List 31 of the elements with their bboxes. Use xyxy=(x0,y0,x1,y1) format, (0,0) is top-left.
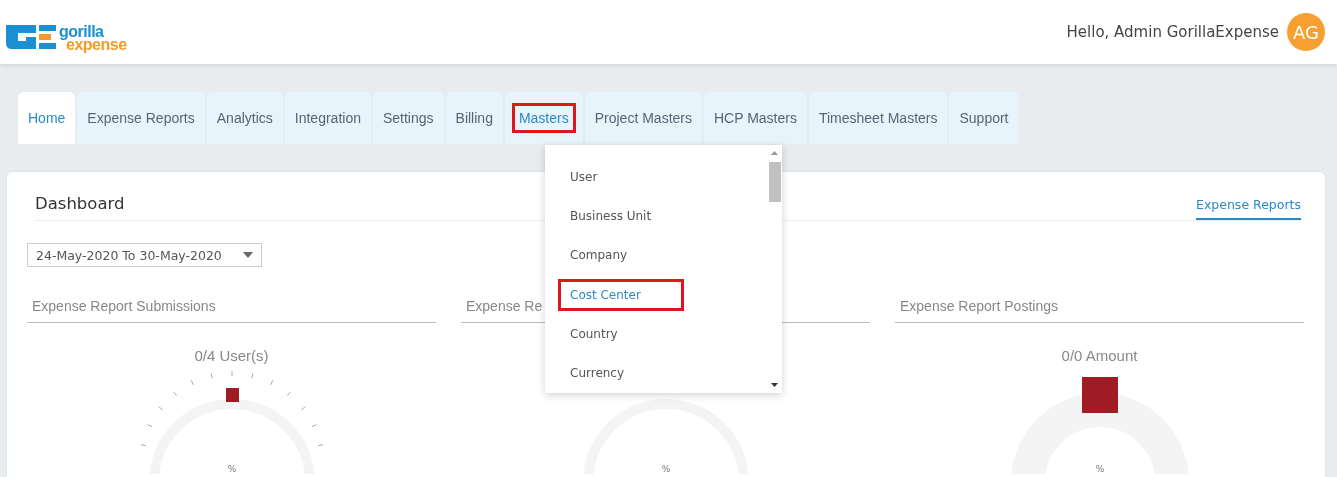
menu-item[interactable]: Country xyxy=(561,320,627,347)
nav-tab[interactable]: HCP Masters xyxy=(703,92,807,144)
expense-reports-link[interactable]: Expense Reports xyxy=(1196,197,1301,220)
nav-tab[interactable]: Project Masters xyxy=(584,92,702,144)
panel-title: Expense Report Postings xyxy=(895,298,1304,323)
percent-label: % xyxy=(227,464,236,474)
menu-item[interactable]: Company xyxy=(561,242,637,269)
logo-text: gorilla xyxy=(59,24,105,40)
date-range-select[interactable]: 24-May-2020 To 30-May-2020 xyxy=(27,243,262,267)
scrollbar[interactable] xyxy=(767,145,782,393)
gauge-label: 0/0 Amount xyxy=(1061,347,1138,364)
nav-tab[interactable]: Timesheet Masters xyxy=(808,92,948,144)
percent-label: % xyxy=(1095,464,1104,474)
menu-item[interactable]: User xyxy=(561,163,607,190)
nav-tab[interactable]: Billing xyxy=(445,92,503,144)
dashboard-title: Dashboard xyxy=(35,194,125,215)
gauge-label: 0/4 User(s) xyxy=(194,347,269,364)
menu-item[interactable]: Currency xyxy=(561,360,634,387)
greeting-text: Hello, Admin GorillaExpense xyxy=(1066,23,1279,41)
menu-item[interactable]: Business Unit xyxy=(561,203,661,229)
nav-tab[interactable]: Expense Reports xyxy=(77,92,205,144)
percent-label: % xyxy=(661,464,670,474)
nav-tab[interactable]: Masters xyxy=(504,92,583,144)
panel-title: Expense Report Submissions xyxy=(27,298,436,323)
caret-icon xyxy=(243,252,253,258)
logo-icon xyxy=(6,23,56,51)
nav-tab[interactable]: Settings xyxy=(372,92,444,144)
nav-tab[interactable]: Home xyxy=(18,92,76,144)
nav-tab[interactable]: Analytics xyxy=(206,92,283,144)
nav-tab[interactable]: Support xyxy=(949,92,1019,144)
nav-tab[interactable]: Integration xyxy=(284,92,371,144)
